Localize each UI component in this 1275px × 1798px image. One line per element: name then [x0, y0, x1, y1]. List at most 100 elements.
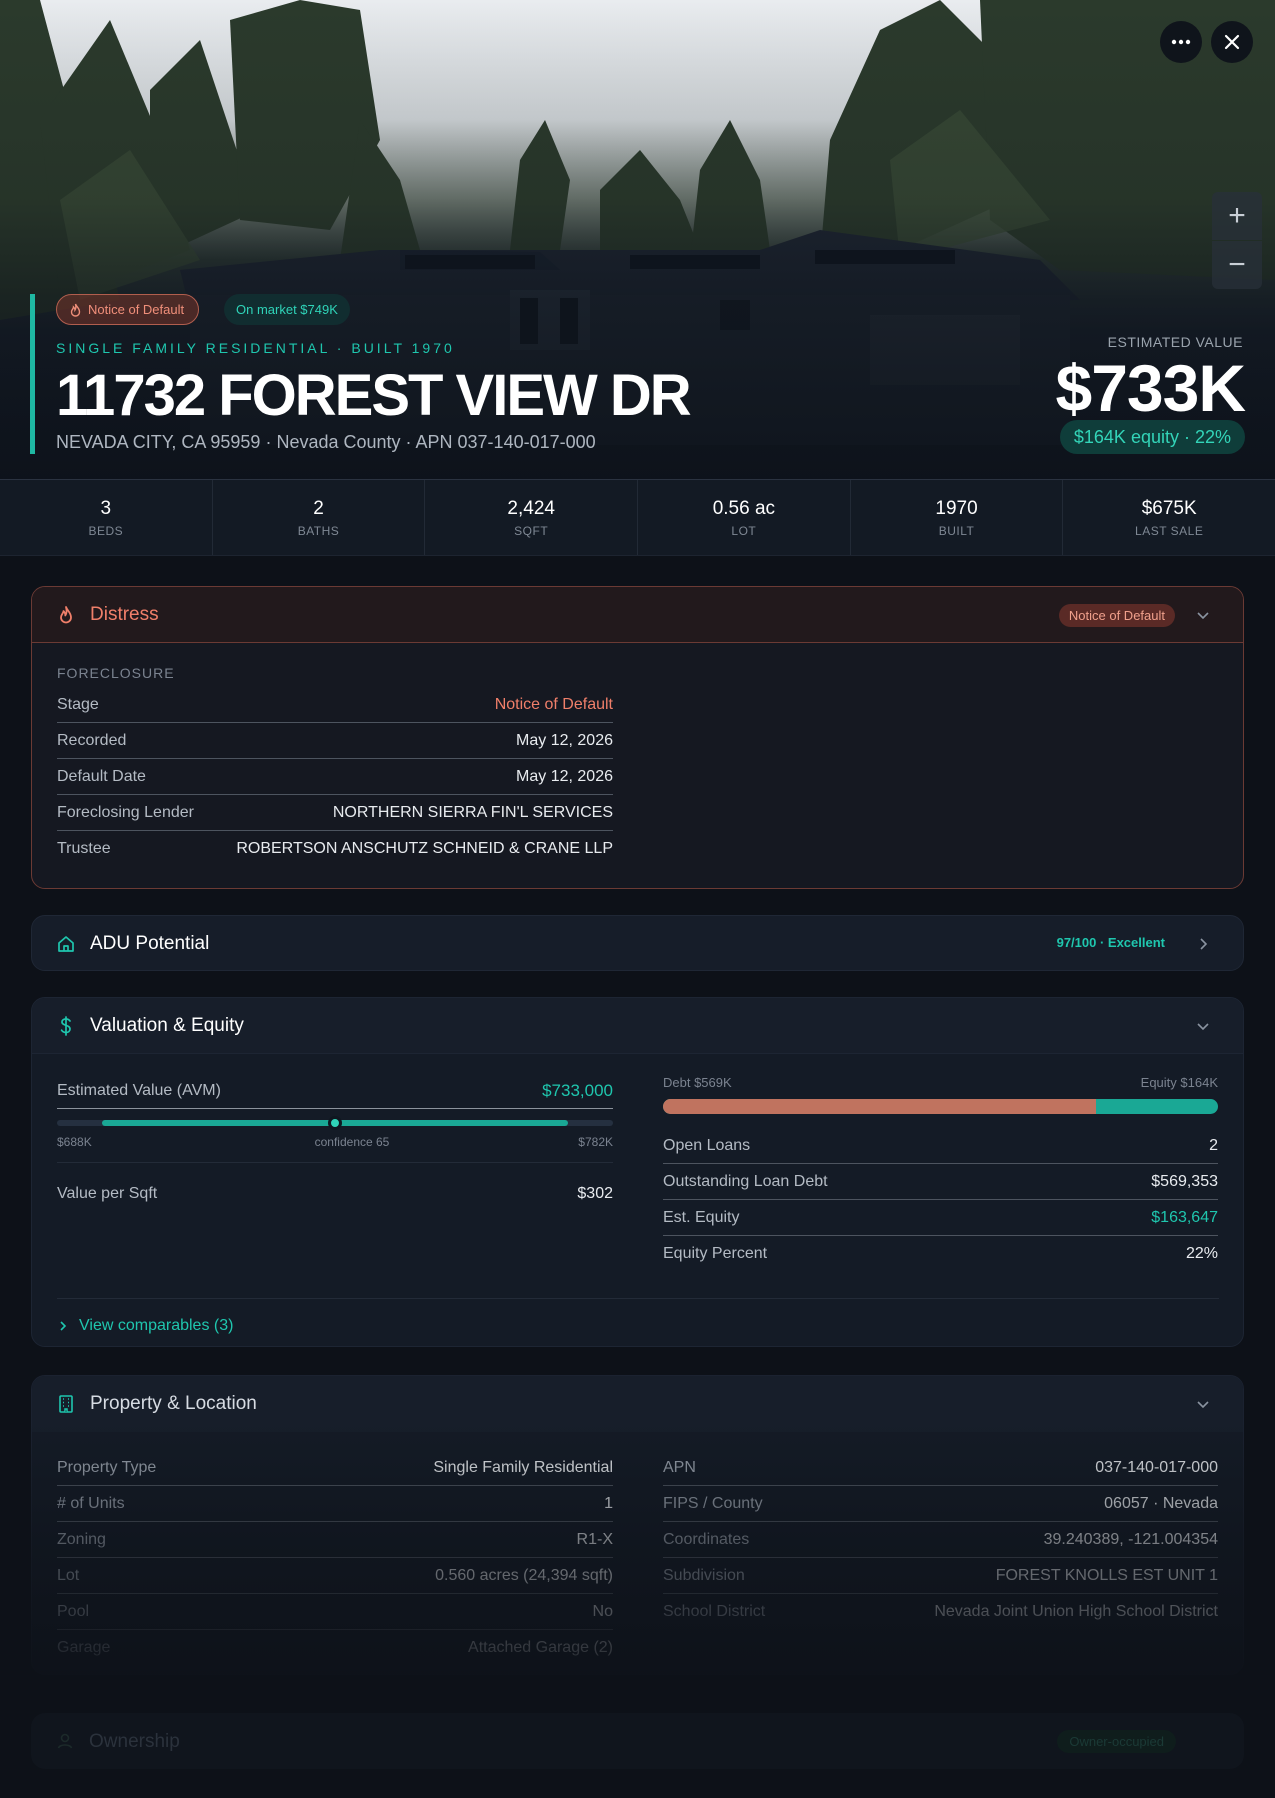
prop-row-type: Property Type Single Family Residential [57, 1450, 613, 1486]
estimated-value-label: ESTIMATED VALUE [1107, 334, 1243, 350]
equity-pill: $164K equity · 22% [1059, 420, 1245, 454]
valuation-card: Valuation & Equity Estimated Value (AVM)… [31, 997, 1244, 1347]
row-value: ROBERTSON ANSCHUTZ SCHNEID & CRANE LLP [236, 840, 613, 857]
adu-score: 97/100 · Excellent [1056, 935, 1165, 950]
row-value: $569,353 [1151, 1172, 1218, 1190]
row-value: Notice of Default [494, 695, 613, 713]
stat-label: BUILT [938, 524, 975, 538]
zoom-in-icon: + [1228, 199, 1246, 232]
home-icon [58, 936, 74, 952]
row-value: Attached Garage (2) [468, 1639, 613, 1656]
row-value: 2 [1209, 1136, 1218, 1154]
adu-card[interactable]: ADU Potential 97/100 · Excellent [31, 915, 1244, 971]
row-value: FOREST KNOLLS EST UNIT 1 [995, 1566, 1218, 1584]
row-key: Default Date [57, 767, 146, 785]
equity-label: Equity $164K [1140, 1075, 1218, 1090]
stat-value: 0.56 ac [712, 498, 776, 519]
row-key: APN [663, 1458, 696, 1476]
row-value: May 12, 2026 [516, 731, 613, 749]
prop-row-coordinates: Coordinates 39.240389, -121.004354 [663, 1522, 1218, 1558]
more-button[interactable] [1160, 21, 1202, 63]
stat-value: 2 [313, 498, 324, 519]
debt-label: Debt $569K [663, 1075, 732, 1090]
chevron-down-icon[interactable] [1195, 1018, 1211, 1034]
avm-confidence: confidence 65 [314, 1135, 390, 1149]
chevron-right-icon[interactable] [1195, 936, 1211, 952]
view-comparables-link[interactable]: View comparables (3) [57, 1298, 1219, 1335]
stat-label: LAST SALE [1135, 524, 1204, 538]
valuation-title: Valuation & Equity [90, 1014, 244, 1036]
row-key: Open Loans [663, 1136, 751, 1154]
stat-last-sale: $675K LAST SALE [1063, 480, 1275, 555]
row-key: Property Type [57, 1458, 157, 1476]
stat-lot: 0.56 ac LOT [638, 480, 851, 555]
zoom-out-button[interactable]: − [1212, 241, 1262, 289]
open-loans-row: Open Loans 2 [663, 1128, 1218, 1164]
ownership-title: Ownership [89, 1731, 180, 1752]
property-title: Property & Location [90, 1393, 257, 1414]
row-key: Outstanding Loan Debt [663, 1172, 828, 1190]
row-key: Est. Equity [663, 1208, 740, 1226]
row-value: 06057 · Nevada [1104, 1494, 1218, 1512]
row-key: Coordinates [663, 1530, 750, 1548]
row-key: Stage [57, 695, 99, 713]
dollar-icon [60, 1016, 71, 1036]
row-value: 0.560 acres (24,394 sqft) [435, 1566, 613, 1584]
adu-title: ADU Potential [90, 933, 210, 954]
distress-row-stage: Stage Notice of Default [57, 687, 613, 723]
distress-status-badge: Notice of Default [1058, 604, 1175, 627]
prop-row-school: School District Nevada Joint Union High S… [663, 1594, 1218, 1630]
user-icon [57, 1733, 73, 1749]
close-button[interactable] [1211, 21, 1253, 63]
stat-label: LOT [731, 524, 757, 538]
prop-row-garage: Garage Attached Garage (2) [57, 1630, 613, 1666]
avm-value: $733,000 [542, 1080, 613, 1100]
building-icon [59, 1395, 73, 1413]
row-key: Pool [57, 1602, 90, 1620]
valuation-header[interactable]: Valuation & Equity [32, 998, 1243, 1054]
zoom-in-button[interactable]: + [1212, 192, 1262, 240]
distress-row-lender: Foreclosing Lender NORTHERN SIERRA FIN'L … [57, 795, 613, 831]
distress-header[interactable]: Distress Notice of Default [32, 587, 1243, 643]
avm-range-high: $782K [578, 1135, 613, 1149]
loan-debt-row: Outstanding Loan Debt $569,353 [663, 1164, 1218, 1200]
avm-range-low: $688K [57, 1135, 92, 1149]
avm-range-track [57, 1116, 613, 1130]
row-key: Zoning [57, 1530, 106, 1548]
row-key: Lot [57, 1566, 80, 1584]
avm-label: Estimated Value (AVM) [57, 1081, 221, 1099]
row-key: FIPS / County [663, 1494, 763, 1512]
distress-title: Distress [90, 603, 159, 625]
row-key: # of Units [57, 1494, 125, 1512]
prop-row-units: # of Units 1 [57, 1486, 613, 1522]
row-value: $302 [577, 1185, 613, 1202]
ownership-card[interactable]: Ownership Owner-occupied [31, 1713, 1244, 1769]
ownership-badge: Owner-occupied [1057, 1730, 1176, 1753]
row-value: No [592, 1602, 613, 1620]
stat-label: SQFT [514, 524, 549, 538]
stat-label: BATHS [297, 524, 340, 538]
stat-label: BEDS [88, 524, 124, 538]
row-value: NORTHERN SIERRA FIN'L SERVICES [332, 803, 613, 821]
distress-badge-label: Notice of Default [88, 302, 185, 317]
estimated-value: $733K [1055, 351, 1246, 425]
property-header[interactable]: Property & Location [32, 1376, 1243, 1432]
chevron-down-icon[interactable] [1195, 607, 1211, 623]
flame-icon [60, 606, 72, 624]
equity-percent-row: Equity Percent 22% [663, 1236, 1218, 1272]
row-key: Subdivision [663, 1566, 745, 1584]
chevron-down-icon[interactable] [1195, 1396, 1211, 1412]
stats-bar: 3 BEDS 2 BATHS 2,424 SQFT 0.56 ac LOT 1970 BU… [0, 480, 1275, 556]
row-key: Garage [57, 1639, 111, 1656]
row-value: 1 [604, 1494, 613, 1512]
row-value: May 12, 2026 [516, 767, 613, 785]
est-equity-row: Est. Equity $163,647 [663, 1200, 1218, 1236]
adu-header[interactable]: ADU Potential 97/100 · Excellent [32, 916, 1243, 970]
distress-row-recorded: Recorded May 12, 2026 [57, 723, 613, 759]
row-key: Value per Sqft [57, 1185, 158, 1202]
property-subtitle: SINGLE FAMILY RESIDENTIAL · BUILT 1970 [56, 340, 455, 356]
close-icon [1224, 34, 1240, 50]
prop-row-apn: APN 037-140-017-000 [663, 1450, 1218, 1486]
property-card: Property & Location Property Type Single … [31, 1375, 1244, 1675]
divider [57, 1162, 613, 1163]
